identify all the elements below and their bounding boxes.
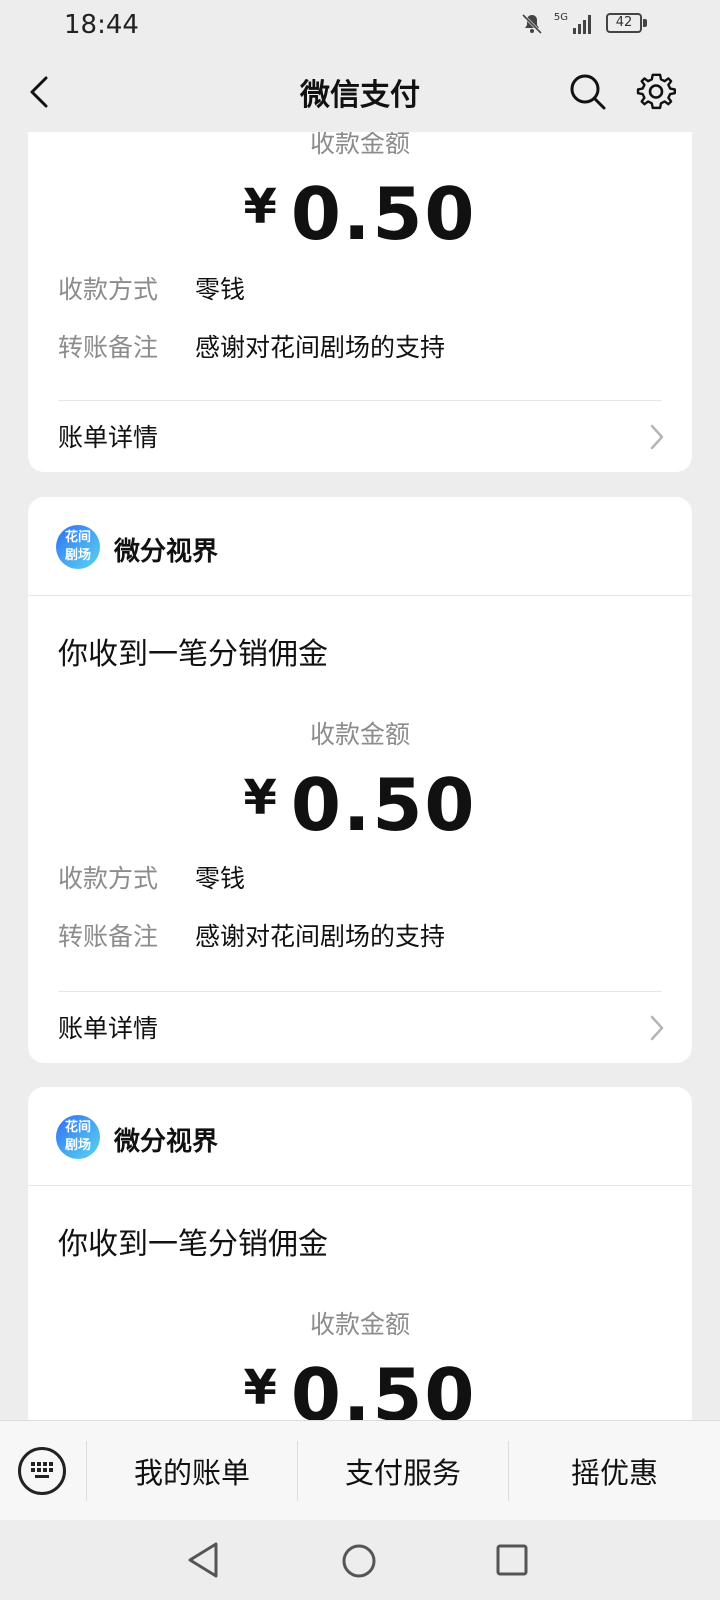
amount-value: ¥0.50 <box>243 763 477 847</box>
keyboard-button[interactable] <box>18 1447 66 1495</box>
tab-shake-offers[interactable]: 摇优惠 <box>509 1421 720 1521</box>
row-value: 零钱 <box>195 275 246 304</box>
status-time: 18:44 <box>64 10 139 40</box>
merchant-name: 微分视界 <box>114 537 219 567</box>
amount-value: ¥0.50 <box>243 1353 477 1420</box>
header: 微信支付 <box>0 50 720 132</box>
row-label: 转账备注 <box>58 922 159 951</box>
currency-symbol: ¥ <box>243 179 279 235</box>
keyboard-icon <box>31 1462 53 1478</box>
battery-level: 42 <box>615 15 633 30</box>
row-value: 零钱 <box>195 864 246 893</box>
merchant-avatar: 花间 剧场 <box>56 1115 100 1159</box>
network-label: 5G <box>553 12 568 23</box>
row-value: 感谢对花间剧场的支持 <box>195 922 446 951</box>
card-header[interactable]: 花间 剧场 微分视界 <box>28 497 692 596</box>
message-title: 你收到一笔分销佣金 <box>58 1227 328 1262</box>
card-header[interactable]: 花间 剧场 微分视界 <box>28 1087 692 1186</box>
battery-icon: 42 <box>606 13 642 33</box>
bill-detail-label: 账单详情 <box>58 423 159 452</box>
signal-icon <box>573 15 591 34</box>
amount-label: 收款金额 <box>309 720 410 749</box>
page-title: 微信支付 <box>300 78 420 113</box>
settings-button[interactable] <box>634 70 678 114</box>
row-label: 收款方式 <box>58 864 159 893</box>
currency-symbol: ¥ <box>243 770 279 826</box>
message-list[interactable]: 收款金额 ¥0.50 收款方式 零钱 转账备注 感谢对花间剧场的支持 账单详情 … <box>0 132 720 1420</box>
bill-detail-link[interactable]: 账单详情 <box>28 991 692 1063</box>
gear-icon <box>636 73 676 110</box>
merchant-name: 微分视界 <box>114 1127 219 1157</box>
currency-symbol: ¥ <box>243 1360 279 1416</box>
row-value: 感谢对花间剧场的支持 <box>195 333 446 362</box>
tab-my-bills[interactable]: 我的账单 <box>87 1421 297 1521</box>
chevron-right-icon <box>650 424 664 450</box>
bottom-tab-bar: 我的账单 支付服务 摇优惠 <box>0 1420 720 1521</box>
chevron-right-icon <box>650 1015 664 1041</box>
amount-value: ¥0.50 <box>243 172 477 256</box>
message-title: 你收到一笔分销佣金 <box>58 637 328 672</box>
row-label: 收款方式 <box>58 275 159 304</box>
nav-recents-icon[interactable] <box>494 1542 530 1578</box>
mute-bell-icon <box>521 13 542 35</box>
payment-card: 花间 剧场 微分视界 你收到一笔分销佣金 收款金额 ¥0.50 收款方式 零钱 … <box>28 497 692 1063</box>
system-nav-bar <box>0 1520 720 1600</box>
merchant-avatar: 花间 剧场 <box>56 525 100 569</box>
nav-back-icon[interactable] <box>186 1540 222 1580</box>
status-bar: 18:44 5G 42 <box>0 0 720 50</box>
payment-card: 花间 剧场 微分视界 你收到一笔分销佣金 收款金额 ¥0.50 <box>28 1087 692 1420</box>
search-icon <box>570 74 606 110</box>
nav-home-icon[interactable] <box>340 1542 378 1580</box>
bill-detail-label: 账单详情 <box>58 1014 159 1043</box>
tab-payment-services[interactable]: 支付服务 <box>298 1421 508 1521</box>
search-button[interactable] <box>566 70 610 114</box>
payment-card: 收款金额 ¥0.50 收款方式 零钱 转账备注 感谢对花间剧场的支持 账单详情 <box>28 132 692 472</box>
amount-label: 收款金额 <box>309 132 410 158</box>
bill-detail-link[interactable]: 账单详情 <box>28 400 692 472</box>
amount-label: 收款金额 <box>309 1310 410 1339</box>
row-label: 转账备注 <box>58 333 159 362</box>
